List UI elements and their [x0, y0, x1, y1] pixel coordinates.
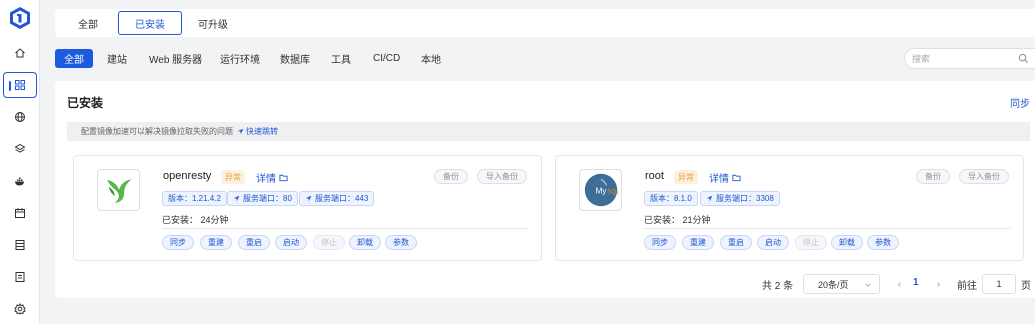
log-icon[interactable] — [3, 264, 37, 290]
params-button[interactable]: 参数 — [385, 235, 417, 250]
import-backup-button[interactable]: 导入备份 — [477, 169, 527, 184]
filter-runtime[interactable]: 运行环境 — [211, 49, 269, 68]
page-size-select[interactable]: 20条/页 — [803, 274, 880, 294]
filter-tools[interactable]: 工具 — [322, 49, 360, 68]
restart-button[interactable]: 重启 — [720, 235, 752, 250]
status-badge: 异常 — [221, 170, 245, 184]
filter-all[interactable]: 全部 — [55, 49, 93, 68]
mirror-tip: 配置镜像加速可以解决镜像拉取失败的问题 快速跳转 — [67, 122, 1030, 141]
chevron-right-icon — [936, 281, 940, 287]
app-card-openresty: openresty 异常 详情 备份 导入备份 版本：1.21.4.2 服务端口… — [73, 155, 542, 261]
version-tag: 版本：8.1.0 — [644, 191, 698, 206]
app-card-root: My SQL root 异常 详情 备份 导入备份 版本：8.1.0 服务端口：… — [555, 155, 1024, 261]
tab-upgradable[interactable]: 可升级 — [192, 11, 234, 35]
next-page-button[interactable] — [933, 278, 943, 290]
params-button[interactable]: 参数 — [867, 235, 899, 250]
quick-jump-link[interactable]: 快速跳转 — [237, 126, 278, 137]
installed-time: 已安装： 21分钟 — [644, 215, 711, 225]
page-number-current[interactable]: 1 — [913, 277, 919, 288]
rebuild-button[interactable]: 重建 — [200, 235, 232, 250]
search-icon[interactable] — [1018, 53, 1029, 64]
layers-icon[interactable] — [3, 136, 37, 162]
installed-panel: 已安装 同步 配置镜像加速可以解决镜像拉取失败的问题 快速跳转 openrest… — [55, 81, 1035, 298]
navigate-arrow-icon — [305, 195, 312, 202]
docker-icon[interactable] — [3, 168, 37, 194]
rebuild-button[interactable]: 重建 — [682, 235, 714, 250]
restart-button[interactable]: 重启 — [238, 235, 270, 250]
port-tag[interactable]: 服务端口：3308 — [700, 191, 780, 206]
tab-installed[interactable]: 已安装 — [118, 11, 182, 35]
import-backup-button[interactable]: 导入备份 — [959, 169, 1009, 184]
svg-text:SQL: SQL — [607, 189, 619, 196]
start-button[interactable]: 启动 — [757, 235, 789, 250]
openresty-logo-icon — [97, 169, 140, 211]
apps-grid-icon[interactable] — [3, 72, 37, 98]
mysql-logo-icon: My SQL — [579, 169, 622, 211]
filter-database[interactable]: 数据库 — [271, 49, 319, 68]
search-box — [904, 48, 1035, 69]
backup-button[interactable]: 备份 — [434, 169, 468, 184]
navigate-arrow-icon — [706, 195, 713, 202]
quick-jump-label: 快速跳转 — [246, 127, 278, 136]
svg-text:My: My — [595, 187, 607, 196]
start-button[interactable]: 启动 — [275, 235, 307, 250]
port-label: 服务端口：443 — [315, 194, 369, 203]
filter-local[interactable]: 本地 — [412, 49, 450, 68]
status-tab-bar: 全部 已安装 可升级 — [55, 9, 1035, 37]
app-name: openresty — [163, 170, 212, 182]
version-tag: 版本：1.21.4.2 — [162, 191, 227, 206]
sidebar — [0, 0, 40, 324]
filter-cicd[interactable]: CI/CD — [364, 49, 409, 68]
port-tag[interactable]: 服务端口：443 — [299, 191, 375, 206]
backup-button[interactable]: 备份 — [916, 169, 950, 184]
card-divider — [162, 228, 529, 229]
app-name: root — [645, 170, 664, 182]
folder-icon — [732, 174, 741, 182]
detail-label: 详情 — [709, 174, 729, 185]
chevron-left-icon — [897, 281, 901, 287]
prev-page-button[interactable] — [894, 278, 904, 290]
navigate-arrow-icon — [233, 195, 240, 202]
sync-button[interactable]: 同步 — [1010, 95, 1030, 110]
page-size-value: 20条/页 — [818, 279, 849, 290]
port-tag[interactable]: 服务端口：80 — [227, 191, 298, 206]
uninstall-button[interactable]: 卸载 — [831, 235, 863, 250]
stop-button[interactable]: 停止 — [313, 235, 345, 250]
globe-icon[interactable] — [3, 104, 37, 130]
port-label: 服务端口：3308 — [716, 194, 774, 203]
detail-link[interactable]: 详情 — [709, 170, 741, 185]
goto-page-input[interactable] — [982, 274, 1016, 294]
filter-website[interactable]: 建站 — [98, 49, 136, 68]
tab-all[interactable]: 全部 — [69, 11, 107, 35]
filter-web-server[interactable]: Web 服务器 — [140, 49, 211, 68]
status-badge: 异常 — [674, 170, 698, 184]
sync-app-button[interactable]: 同步 — [644, 235, 676, 250]
navigate-arrow-icon — [237, 128, 244, 135]
home-icon[interactable] — [3, 40, 37, 66]
port-label: 服务端口：80 — [243, 194, 292, 203]
goto-label: 前往 — [957, 281, 977, 292]
installed-time: 已安装： 24分钟 — [162, 215, 229, 225]
folder-icon — [279, 174, 288, 182]
detail-link[interactable]: 详情 — [256, 170, 288, 185]
detail-label: 详情 — [256, 174, 276, 185]
page-title: 已安装 — [67, 96, 104, 110]
calendar-icon[interactable] — [3, 200, 37, 226]
search-input[interactable] — [912, 53, 1012, 64]
database-icon[interactable] — [3, 232, 37, 258]
uninstall-button[interactable]: 卸载 — [349, 235, 381, 250]
chevron-down-icon — [865, 283, 871, 287]
settings-icon[interactable] — [3, 296, 37, 322]
card-divider — [644, 228, 1011, 229]
app-logo-icon[interactable] — [8, 6, 32, 30]
pager-total: 共 2 条 — [762, 281, 794, 292]
tip-text: 配置镜像加速可以解决镜像拉取失败的问题 — [81, 127, 233, 136]
sync-app-button[interactable]: 同步 — [162, 235, 194, 250]
page-suffix: 页 — [1021, 281, 1031, 292]
stop-button[interactable]: 停止 — [795, 235, 827, 250]
